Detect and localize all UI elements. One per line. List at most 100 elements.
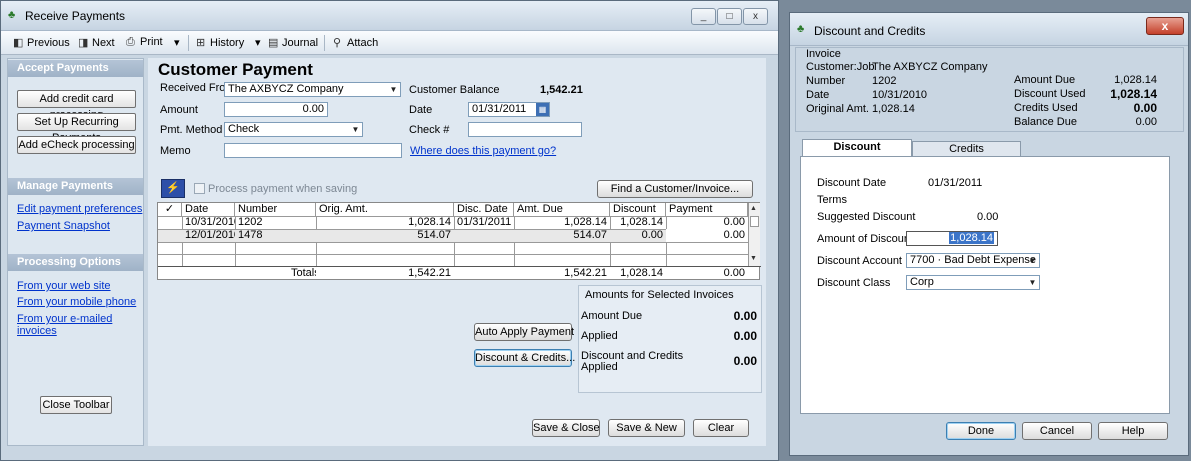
invoice-group-label: Invoice <box>806 48 841 60</box>
minimize-button[interactable]: _ <box>691 8 716 25</box>
print-dropdown[interactable]: ▾ <box>174 36 180 49</box>
check-number-input[interactable] <box>468 122 582 137</box>
quickbooks-app-icon: ♣ <box>8 9 16 21</box>
from-web-site-link[interactable]: From your web site <box>17 280 111 292</box>
table-row[interactable]: 12/01/2010 1478 514.07 514.07 0.00 0.00 <box>158 229 748 242</box>
column-header-number[interactable]: Number <box>235 203 316 216</box>
maximize-button[interactable]: □ <box>717 8 742 25</box>
discount-account-dropdown[interactable]: 7700 · Bad Debt Expense ▼ <box>906 253 1040 268</box>
date-input[interactable]: 01/31/2011 ▦ <box>468 102 550 117</box>
auto-apply-payment-button[interactable]: Auto Apply Payment <box>474 323 574 341</box>
original-amt-label: Original Amt. <box>806 103 869 115</box>
suggested-discount-label: Suggested Discount <box>817 211 916 223</box>
payment-snapshot-link[interactable]: Payment Snapshot <box>17 220 110 232</box>
row-payment[interactable]: 0.00 <box>666 229 748 242</box>
discount-credits-dialog: ♣ Discount and Credits x Invoice Custome… <box>789 12 1189 456</box>
add-echeck-button[interactable]: Add eCheck processing <box>17 136 136 154</box>
toolbar-separator <box>324 35 325 51</box>
discount-credits-applied-value: 0.00 <box>733 354 757 368</box>
memo-input[interactable] <box>224 143 402 158</box>
column-header-date[interactable]: Date <box>182 203 235 216</box>
row-discount: 0.00 <box>641 229 663 241</box>
totals-discount: 1,028.14 <box>620 267 663 279</box>
column-header-discount[interactable]: Discount <box>610 203 666 216</box>
previous-icon: ◧ <box>13 37 24 49</box>
process-payment-checkbox[interactable] <box>194 183 205 194</box>
discount-date-label: Discount Date <box>817 177 887 189</box>
dialog-titlebar[interactable]: ♣ Discount and Credits x <box>790 13 1188 46</box>
main-titlebar[interactable]: ♣ Receive Payments _ □ x <box>1 1 778 31</box>
scroll-down-icon[interactable]: ▼ <box>750 255 757 262</box>
column-header-check[interactable]: ✓ <box>158 203 182 216</box>
from-emailed-invoices-link[interactable]: From your e-mailed invoices <box>17 313 143 337</box>
customer-job-value: The AXBYCZ Company <box>872 61 988 73</box>
close-toolbar-button[interactable]: Close Toolbar <box>40 396 112 414</box>
close-button[interactable]: x <box>743 8 768 25</box>
amounts-selected-invoices-panel: Amounts for Selected Invoices Amount Due… <box>578 285 762 393</box>
from-mobile-phone-link[interactable]: From your mobile phone <box>17 296 136 308</box>
suggested-discount-value: 0.00 <box>977 211 999 223</box>
balance-due-label: Balance Due <box>1014 116 1077 128</box>
payments-sidebar: Accept Payments Add credit card processi… <box>7 58 144 446</box>
row-disc-date: 01/31/2011 <box>457 216 512 228</box>
print-button[interactable]: ⎙ Print <box>126 36 163 49</box>
received-from-dropdown[interactable]: The AXBYCZ Company ▼ <box>224 82 401 97</box>
help-button[interactable]: Help <box>1098 422 1168 440</box>
accept-payments-header: Accept Payments <box>8 60 143 77</box>
setup-recurring-button[interactable]: Set Up Recurring Payments <box>17 113 136 144</box>
discount-class-dropdown[interactable]: Corp ▼ <box>906 275 1040 290</box>
table-scrollbar[interactable]: ▲ ▼ <box>749 203 760 266</box>
save-new-button[interactable]: Save & New <box>608 419 685 437</box>
clear-button[interactable]: Clear <box>693 419 749 437</box>
amount-due-value: 1,028.14 <box>1114 74 1157 86</box>
amount-due-value: 0.00 <box>733 309 757 323</box>
scroll-thumb[interactable] <box>750 216 759 227</box>
dialog-close-button[interactable]: x <box>1146 17 1184 35</box>
history-dropdown[interactable]: ▾ <box>255 36 261 49</box>
discount-date-value: 01/31/2011 <box>928 177 983 189</box>
find-customer-invoice-button[interactable]: Find a Customer/Invoice... <box>597 180 753 198</box>
process-payment-label: Process payment when saving <box>208 183 358 195</box>
save-close-button[interactable]: Save & Close <box>532 419 600 437</box>
cancel-button[interactable]: Cancel <box>1022 422 1092 440</box>
table-row[interactable]: 10/31/2010 1202 1,028.14 01/31/2011 1,02… <box>158 216 748 229</box>
column-header-disc-date[interactable]: Disc. Date <box>454 203 514 216</box>
pmt-method-dropdown[interactable]: Check ▼ <box>224 122 363 137</box>
edit-payment-preferences-link[interactable]: Edit payment preferences <box>17 203 142 215</box>
balance-due-value: 0.00 <box>1135 116 1157 128</box>
column-header-payment[interactable]: Payment <box>666 203 748 216</box>
pmt-method-label: Pmt. Method <box>160 124 223 136</box>
amount-due-label: Amount Due <box>1014 74 1076 86</box>
attach-button[interactable]: ⚲ Attach <box>333 36 378 49</box>
history-icon: ⊞ <box>196 37 206 49</box>
previous-button[interactable]: ◧ Previous <box>13 36 70 49</box>
chevron-down-icon: ▾ <box>255 37 261 49</box>
totals-label: Totals <box>291 267 316 279</box>
discount-tab-panel: Discount Date 01/31/2011 Terms Suggested… <box>800 156 1170 414</box>
paperclip-icon: ⚲ <box>333 37 342 49</box>
discount-credits-applied-label-line2: Applied <box>581 361 618 373</box>
invoice-table: ✓ Date Number Orig. Amt. Disc. Date Amt.… <box>157 202 761 280</box>
where-payment-go-link[interactable]: Where does this payment go? <box>410 145 556 157</box>
column-header-amt-due[interactable]: Amt. Due <box>514 203 610 216</box>
column-header-orig-amt[interactable]: Orig. Amt. <box>316 203 454 216</box>
done-button[interactable]: Done <box>946 422 1016 440</box>
scroll-up-icon[interactable]: ▲ <box>750 205 757 212</box>
calendar-icon[interactable]: ▦ <box>536 103 549 116</box>
tab-discount[interactable]: Discount <box>802 139 912 157</box>
credits-used-label: Credits Used <box>1014 102 1078 114</box>
dialog-title: Discount and Credits <box>814 24 926 38</box>
amount-input[interactable]: 0.00 <box>224 102 328 117</box>
discount-credits-button[interactable]: Discount & Credits... <box>474 349 575 367</box>
next-button[interactable]: ◨ Next <box>78 36 115 49</box>
chevron-down-icon: ▾ <box>174 37 180 49</box>
amount-of-discount-input[interactable]: 1,028.14 <box>906 231 998 246</box>
tab-credits[interactable]: Credits <box>912 141 1021 157</box>
history-button[interactable]: ⊞ History <box>196 36 244 49</box>
discount-used-value: 1,028.14 <box>1110 87 1157 101</box>
row-payment: 0.00 <box>723 216 745 228</box>
totals-amt-due: 1,542.21 <box>564 267 607 279</box>
journal-button[interactable]: ▤ Journal <box>268 36 318 49</box>
add-credit-card-button[interactable]: Add credit card processing <box>17 90 136 121</box>
date-label: Date <box>409 104 433 116</box>
